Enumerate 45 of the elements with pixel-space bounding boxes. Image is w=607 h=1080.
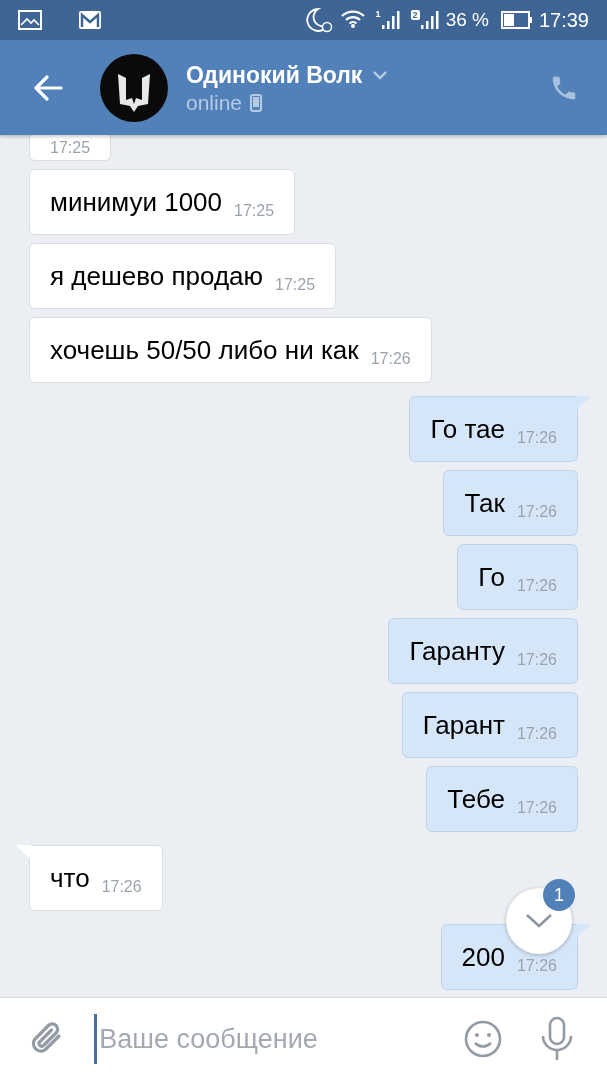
sim-number: 2: [410, 10, 420, 20]
message-time: 17:26: [516, 503, 557, 521]
message-text: Так: [464, 490, 505, 516]
message-text: что: [50, 865, 90, 891]
sim-number: 1: [375, 10, 381, 19]
message-composer[interactable]: Ваше сообщение: [0, 997, 607, 1080]
back-arrow-icon: [33, 74, 63, 101]
message-input[interactable]: Ваше сообщение: [94, 1014, 454, 1064]
message-time: 17:26: [516, 577, 557, 595]
message-text: Тебе: [447, 786, 505, 812]
mail-icon: [78, 10, 102, 30]
message-text: 200: [461, 944, 505, 970]
message-text: Гарант: [422, 712, 505, 738]
message-time: 17:26: [516, 957, 557, 975]
message-time: 17:26: [516, 651, 557, 669]
message-text: минимуи 1000: [50, 189, 223, 215]
message-text: Го тае: [430, 416, 505, 442]
moon-alarm-icon: [305, 7, 334, 33]
message-text: я дешево продаю: [50, 263, 263, 289]
online-status: online: [186, 90, 243, 115]
message-text: хочешь 50/50 либо ни как: [50, 337, 359, 363]
chevron-down-icon: [525, 913, 553, 929]
message-text: Го: [478, 564, 505, 590]
message-text: Гаранту: [409, 638, 505, 664]
unread-badge: 1: [543, 879, 575, 911]
phone-device-icon: [250, 93, 263, 112]
battery-percent: 36 %: [445, 7, 489, 32]
picture-notification-icon: [18, 10, 42, 30]
message-time: 17:26: [370, 350, 411, 368]
signal-icon: [380, 10, 401, 30]
signal-icon: [419, 10, 440, 30]
message-time: 17:26: [101, 878, 142, 896]
message-time: 17:26: [516, 799, 557, 817]
smiley-icon: [463, 1019, 504, 1059]
clock: 17:39: [538, 8, 589, 33]
message-time: 17:25: [234, 202, 275, 220]
message-time: 17:25: [275, 276, 316, 294]
message-time: 17:25: [50, 139, 91, 157]
chevron-down-icon[interactable]: [372, 69, 389, 80]
avatar: [100, 53, 168, 122]
message-time: 17:26: [516, 725, 557, 743]
contact-name[interactable]: Одинокий Волк: [186, 60, 363, 89]
emoji-button[interactable]: [463, 1019, 504, 1059]
message-time: 17:26: [516, 429, 557, 447]
battery-icon: [500, 11, 533, 29]
